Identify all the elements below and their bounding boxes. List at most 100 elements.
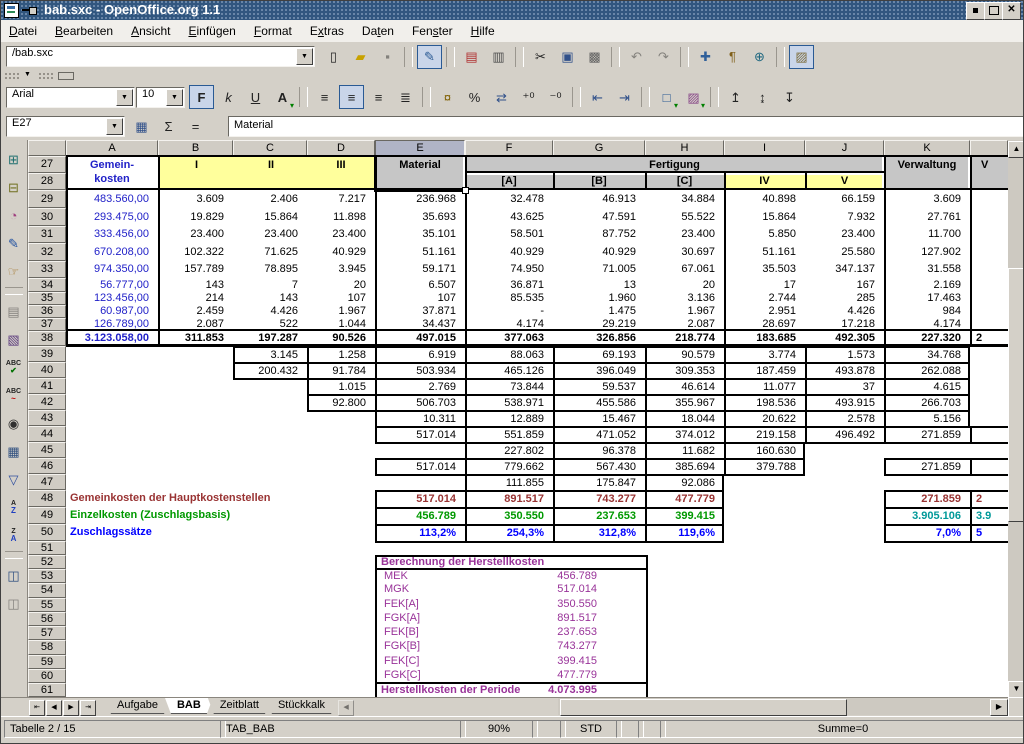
insert-icon[interactable]: ⊞ <box>2 147 26 171</box>
stylist-icon[interactable]: ¶ <box>720 45 745 69</box>
cell-I43[interactable]: 20.622 <box>726 411 803 427</box>
cell-K49[interactable]: 3.905.106 <box>886 508 968 525</box>
cell-H42[interactable]: 355.967 <box>647 395 722 411</box>
cell-C29[interactable]: 2.406 <box>235 190 305 208</box>
find-replace-icon[interactable]: ◉ <box>2 411 26 435</box>
cell-I32[interactable]: 51.161 <box>726 243 803 261</box>
cell-A36[interactable]: 60.987,00 <box>68 305 156 318</box>
menu-daten[interactable]: Daten <box>353 20 403 42</box>
cell-D36[interactable]: 1.967 <box>309 305 373 318</box>
column-header-H[interactable]: H <box>645 140 724 156</box>
italic-button[interactable]: k <box>216 85 241 109</box>
row-header-41[interactable]: 41 <box>28 378 66 394</box>
calc-footer-value[interactable]: 4.073.995 <box>460 684 604 697</box>
function-wizard-icon[interactable]: ▦ <box>129 114 154 138</box>
print-icon[interactable]: ▥ <box>486 45 511 69</box>
row-header-42[interactable]: 42 <box>28 394 66 410</box>
edit-file-icon[interactable]: ✎ <box>417 45 442 69</box>
cell-F49[interactable]: 350.550 <box>467 508 551 525</box>
cell-F46[interactable]: 779.662 <box>467 459 551 475</box>
row-header-35[interactable]: 35 <box>28 292 66 305</box>
align-center-icon[interactable]: ≡ <box>339 85 364 109</box>
cell-F41[interactable]: 73.844 <box>467 379 551 395</box>
cell-C33[interactable]: 78.895 <box>235 261 305 278</box>
cell-J42[interactable]: 493.915 <box>807 395 882 411</box>
calc-value-FEK[B][interactable]: 237.653 <box>460 626 604 639</box>
cell-B38[interactable]: 311.853 <box>160 331 231 346</box>
menu-fenster[interactable]: Fenster <box>403 20 462 42</box>
hyperlink-icon[interactable]: ⊕ <box>747 45 772 69</box>
cell-I40[interactable]: 187.459 <box>726 363 803 379</box>
cell-B37[interactable]: 2.087 <box>160 318 231 331</box>
cell-B34[interactable]: 143 <box>160 278 231 292</box>
menu-extras[interactable]: Extras <box>301 20 353 42</box>
cell-G30[interactable]: 47.591 <box>555 208 643 226</box>
sheet-tab-zeitblatt[interactable]: Zeitblatt <box>208 698 271 714</box>
autospellcheck-icon[interactable]: ABC~ <box>2 383 26 407</box>
cell-E34[interactable]: 6.507 <box>377 278 463 292</box>
redo-icon[interactable]: ↷ <box>651 45 676 69</box>
cell-E32[interactable]: 51.161 <box>377 243 463 261</box>
url-dropdown-icon[interactable] <box>296 48 313 65</box>
cell-J29[interactable]: 66.159 <box>807 190 882 208</box>
cell-G42[interactable]: 455.586 <box>555 395 643 411</box>
cell-A37[interactable]: 126.789,00 <box>68 318 156 331</box>
datapilot-icon[interactable]: ▦ <box>2 439 26 463</box>
cell-G41[interactable]: 59.537 <box>555 379 643 395</box>
remove-decimal-icon[interactable]: ⁻⁰ <box>543 85 568 109</box>
cell-G37[interactable]: 29.219 <box>555 318 643 331</box>
sheet-tab-aufgabe[interactable]: Aufgabe <box>105 698 170 714</box>
font-size-dropdown-icon[interactable] <box>166 89 183 106</box>
next-sheet-button[interactable]: ▶ <box>63 700 79 716</box>
insert-from-file-icon[interactable]: ▤ <box>2 299 26 323</box>
scroll-down-icon[interactable]: ▼ <box>1008 681 1024 698</box>
cell-L48[interactable]: 2 <box>973 491 1003 508</box>
cell-A30[interactable]: 293.475,00 <box>68 208 156 226</box>
summary-label-49[interactable]: Einzelkosten (Zuschlagsbasis) <box>70 507 370 524</box>
cell-B36[interactable]: 2.459 <box>160 305 231 318</box>
row-header-51[interactable]: 51 <box>28 541 66 555</box>
cell-H48[interactable]: 477.779 <box>647 491 722 508</box>
vertical-scroll-thumb[interactable] <box>1008 268 1024 522</box>
cell-K29[interactable]: 3.609 <box>886 190 968 208</box>
row-header-32[interactable]: 32 <box>28 243 66 261</box>
cell-D31[interactable]: 23.400 <box>309 226 373 243</box>
sheet-corner-box[interactable] <box>28 140 66 156</box>
cell-F37[interactable]: 4.174 <box>467 318 551 331</box>
cell-D29[interactable]: 7.217 <box>309 190 373 208</box>
tab-scroll-button[interactable]: ◀ <box>338 700 354 716</box>
form-functions-icon[interactable]: ☞ <box>2 259 26 283</box>
cell-E38[interactable]: 497.015 <box>377 331 463 346</box>
cell-J36[interactable]: 4.426 <box>807 305 882 318</box>
cell-K46[interactable]: 271.859 <box>886 459 968 475</box>
cell-G29[interactable]: 46.913 <box>555 190 643 208</box>
cell-F48[interactable]: 891.517 <box>467 491 551 508</box>
font-size-combobox[interactable]: 10 <box>136 87 185 108</box>
underline-button[interactable]: U <box>243 85 268 109</box>
pin-icon[interactable] <box>22 7 36 13</box>
row-header-44[interactable]: 44 <box>28 426 66 442</box>
align-right-icon[interactable]: ≡ <box>366 85 391 109</box>
name-box[interactable]: E27 <box>6 116 125 137</box>
cell-B32[interactable]: 102.322 <box>160 243 231 261</box>
cell-I29[interactable]: 40.898 <box>726 190 803 208</box>
row-header-34[interactable]: 34 <box>28 278 66 292</box>
navigator-icon[interactable]: ✚ <box>693 45 718 69</box>
cell-E46[interactable]: 517.014 <box>377 459 463 475</box>
cell-F35[interactable]: 85.535 <box>467 292 551 305</box>
cell-B29[interactable]: 3.609 <box>160 190 231 208</box>
cell-F34[interactable]: 36.871 <box>467 278 551 292</box>
restore-button[interactable] <box>984 2 1003 20</box>
cell-F47[interactable]: 111.855 <box>467 475 551 491</box>
cell-K30[interactable]: 27.761 <box>886 208 968 226</box>
cell-D32[interactable]: 40.929 <box>309 243 373 261</box>
cell-L50[interactable]: 5 <box>973 525 1003 542</box>
cell-C37[interactable]: 522 <box>235 318 305 331</box>
cell-K50[interactable]: 7,0% <box>886 525 968 542</box>
percent-format-icon[interactable]: % <box>462 85 487 109</box>
column-header-J[interactable]: J <box>805 140 884 156</box>
column-header-B[interactable]: B <box>158 140 233 156</box>
cell-K44[interactable]: 271.859 <box>886 427 968 443</box>
cell-J40[interactable]: 493.878 <box>807 363 882 379</box>
cell-E39[interactable]: 6.919 <box>377 347 463 363</box>
